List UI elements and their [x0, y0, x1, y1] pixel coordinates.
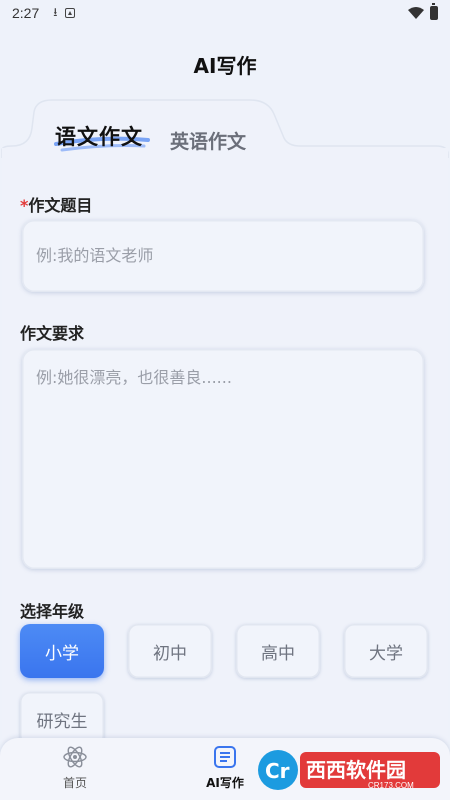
topic-label: *作文题目	[20, 192, 92, 216]
requirement-label: 作文要求	[20, 324, 85, 343]
page-title: AI写作	[193, 54, 257, 78]
tab-english-essay[interactable]: 英语作文	[170, 127, 246, 154]
requirement-textarea[interactable]: 例:她很漂亮，也很善良......	[22, 349, 424, 569]
svg-text:西西软件园: 西西软件园	[306, 758, 406, 782]
requirement-placeholder: 例:她很漂亮，也很善良......	[36, 368, 232, 387]
svg-text:Cr: Cr	[265, 759, 290, 783]
nav-home-label: 首页	[62, 776, 87, 790]
nav-home[interactable]: 首页	[40, 744, 110, 791]
document-list-icon	[214, 746, 236, 768]
grade-option-primary[interactable]: 小学	[20, 624, 104, 678]
grade-option-university[interactable]: 大学	[344, 624, 428, 678]
grade-option-senior[interactable]: 高中	[236, 624, 320, 678]
topic-label-text: 作文题目	[28, 196, 93, 215]
atom-icon	[63, 746, 87, 768]
download-icon: ⭳	[53, 4, 58, 19]
grade-label: 选择年级	[20, 602, 85, 621]
watermark-logo: Cr 西西软件园 CR173.COM	[258, 750, 440, 790]
nav-ai-writing[interactable]: AI写作	[190, 744, 260, 791]
topic-placeholder: 例:我的语文老师	[36, 246, 154, 265]
tab-chinese-essay[interactable]: 语文作文	[55, 121, 143, 151]
status-time: 2:27	[12, 5, 40, 21]
wifi-icon	[408, 7, 424, 19]
nav-ai-writing-label: AI写作	[206, 776, 244, 790]
status-bar: 2:27 ⭳	[0, 0, 450, 26]
topic-input[interactable]: 例:我的语文老师	[22, 220, 424, 292]
svg-text:CR173.COM: CR173.COM	[368, 781, 414, 790]
battery-icon	[430, 3, 438, 20]
grade-option-junior[interactable]: 初中	[128, 624, 212, 678]
app-notification-icon	[65, 8, 76, 18]
